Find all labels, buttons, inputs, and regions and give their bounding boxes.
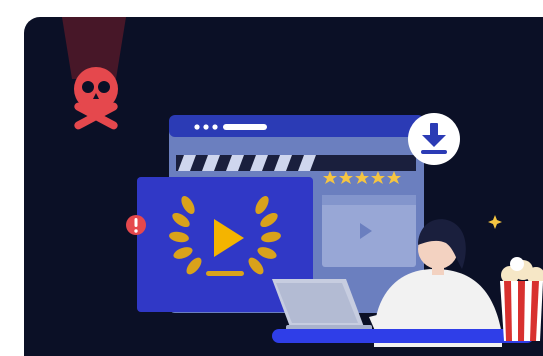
thumbnail-strip	[322, 195, 416, 205]
popcorn-icon	[500, 257, 543, 341]
address-bar	[223, 124, 267, 130]
piracy-streaming-illustration	[24, 17, 543, 356]
person-neck	[432, 265, 444, 275]
illustration-card	[24, 17, 543, 356]
alert-badge	[126, 215, 146, 235]
exclamation-icon	[134, 218, 138, 227]
desk-bar	[272, 329, 534, 343]
window-dots	[194, 124, 218, 130]
download-badge[interactable]	[408, 113, 460, 165]
